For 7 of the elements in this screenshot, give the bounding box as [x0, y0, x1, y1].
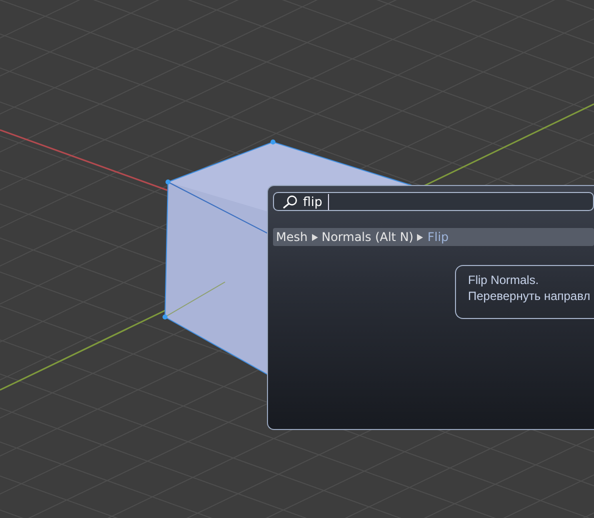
tooltip-text: Flip Normals.	[468, 272, 540, 288]
tooltip-text: Перевернуть направл	[468, 288, 592, 304]
search-result[interactable]: Mesh Normals (Alt N) Flip	[273, 228, 594, 246]
search-icon	[282, 194, 298, 208]
triangle-icon	[417, 234, 424, 240]
search-field[interactable]: flip	[273, 192, 594, 211]
triangle-icon	[312, 234, 318, 240]
